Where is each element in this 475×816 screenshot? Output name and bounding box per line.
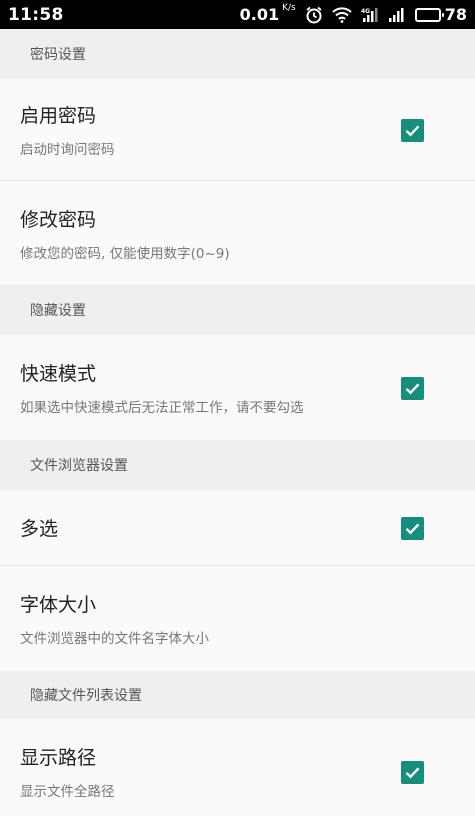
- show-path-checkbox[interactable]: [401, 760, 424, 784]
- status-icons: 0.01 K/s 4G 78: [239, 3, 467, 24]
- pref-enable-password[interactable]: 启用密码 启动时询问密码: [0, 79, 475, 181]
- pref-title: 多选: [20, 518, 59, 540]
- signal-icon: [388, 7, 406, 23]
- pref-summary: 启动时询问密码: [20, 142, 115, 158]
- section-header-file-browser: 文件浏览器设置: [0, 440, 475, 490]
- pref-change-password[interactable]: 修改密码 修改您的密码, 仅能使用数字(0~9): [0, 181, 475, 285]
- pref-title: 显示路径: [20, 747, 97, 769]
- pref-quick-mode[interactable]: 快速模式 如果选中快速模式后无法正常工作，请不要勾选: [0, 335, 475, 440]
- battery-indicator: 78: [414, 5, 467, 24]
- settings-list: 密码设置 启用密码 启动时询问密码 修改密码 修改您的密码, 仅能使用数字(0~…: [0, 29, 475, 816]
- multi-select-checkbox[interactable]: [401, 516, 424, 540]
- quick-mode-checkbox[interactable]: [401, 376, 424, 400]
- pref-title: 修改密码: [20, 208, 97, 231]
- battery-icon: [414, 7, 444, 22]
- section-header-password: 密码设置: [0, 29, 475, 79]
- network-speed-unit: K/s: [282, 3, 296, 13]
- checkmark-icon: [405, 124, 420, 137]
- checkmark-icon: [405, 382, 420, 395]
- pref-summary: 显示文件全路径: [20, 784, 115, 800]
- pref-title: 快速模式: [20, 363, 97, 385]
- status-time: 11:58: [8, 4, 64, 25]
- section-header-hidden-file-list: 隐藏文件列表设置: [0, 671, 475, 719]
- alarm-icon: [305, 6, 323, 24]
- pref-show-path[interactable]: 显示路径 显示文件全路径: [0, 719, 475, 816]
- signal-4g-icon: 4G: [361, 7, 379, 23]
- pref-font-size[interactable]: 字体大小 文件浏览器中的文件名字体大小: [0, 566, 475, 671]
- pref-title: 启用密码: [20, 105, 97, 127]
- pref-summary: 文件浏览器中的文件名字体大小: [20, 631, 209, 647]
- battery-level: 78: [444, 5, 467, 24]
- pref-summary: 修改您的密码, 仅能使用数字(0~9): [20, 245, 230, 262]
- checkmark-icon: [405, 522, 420, 535]
- pref-title: 字体大小: [20, 594, 97, 616]
- enable-password-checkbox[interactable]: [401, 118, 424, 142]
- pref-multi-select[interactable]: 多选: [0, 490, 475, 566]
- checkmark-icon: [405, 766, 420, 779]
- section-header-hide: 隐藏设置: [0, 285, 475, 335]
- status-bar: 11:58 0.01 K/s 4G 78: [0, 0, 475, 29]
- wifi-icon: [332, 6, 352, 23]
- svg-text:4G: 4G: [361, 8, 370, 15]
- network-speed-value: 0.01: [239, 5, 280, 24]
- network-speed: 0.01 K/s: [239, 3, 296, 24]
- pref-summary: 如果选中快速模式后无法正常工作，请不要勾选: [20, 400, 304, 416]
